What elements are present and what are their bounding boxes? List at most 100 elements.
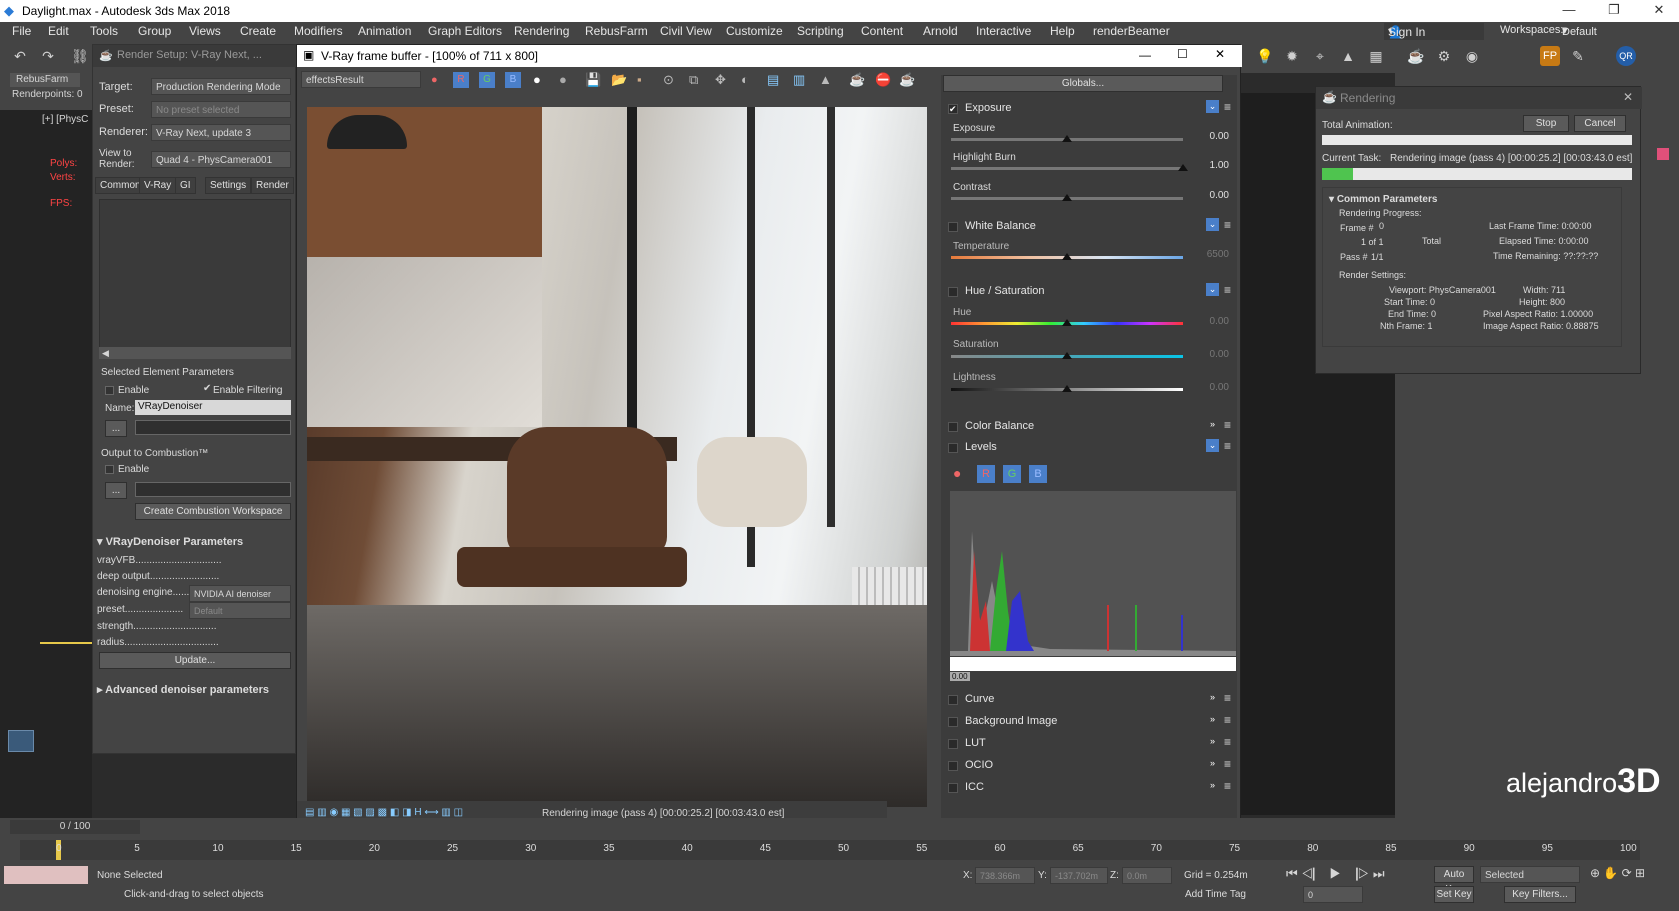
viewport-label[interactable]: [+] [PhysC	[42, 114, 88, 125]
lightness-knob[interactable]	[1062, 385, 1072, 392]
workspace-dropdown[interactable]: Default ▾	[1562, 24, 1672, 38]
menu-file[interactable]: File	[12, 24, 31, 38]
menu-rebusfarm[interactable]: RebusFarm	[585, 24, 648, 38]
scroll-left-icon[interactable]: ◀	[99, 348, 109, 358]
expand-icon[interactable]: »	[1206, 779, 1219, 792]
expand-icon[interactable]: »	[1206, 418, 1219, 431]
tab-render[interactable]: Render	[251, 177, 294, 194]
menu-icon[interactable]: ≡	[1224, 757, 1231, 771]
qr-icon[interactable]: QR	[1616, 46, 1636, 66]
menu-icon[interactable]: ≡	[1224, 283, 1231, 297]
highlight-burn-slider[interactable]	[951, 167, 1183, 170]
denoiser-preset-dropdown[interactable]: Default	[189, 602, 291, 619]
current-frame-field[interactable]: 0	[1303, 886, 1363, 903]
menu-graph-editors[interactable]: Graph Editors	[428, 24, 502, 38]
y-field[interactable]: -137.702m	[1050, 867, 1108, 884]
menu-icon[interactable]: ≡	[1224, 691, 1231, 705]
rebusfarm-tab[interactable]: RebusFarm	[10, 73, 80, 87]
color-balance-checkbox[interactable]	[948, 422, 958, 432]
background-checkbox[interactable]	[948, 717, 958, 727]
exposure-checkbox[interactable]: ✔	[948, 104, 958, 114]
renderer-dropdown[interactable]: V-Ray Next, update 3	[151, 124, 291, 141]
menu-group[interactable]: Group	[138, 24, 171, 38]
hue-knob[interactable]	[1062, 319, 1072, 326]
menu-tools[interactable]: Tools	[90, 24, 118, 38]
menu-icon[interactable]: ≡	[1224, 418, 1231, 432]
menu-views[interactable]: Views	[189, 24, 221, 38]
green-channel-icon[interactable]: G	[479, 72, 495, 88]
curve-checkbox[interactable]	[948, 695, 958, 705]
menu-interactive[interactable]: Interactive	[976, 24, 1031, 38]
signin-dropdown[interactable]: 👤 Sign In ▾	[1384, 23, 1484, 40]
open-icon[interactable]: 📂	[611, 72, 627, 88]
combustion-browse-button[interactable]: ...	[105, 482, 127, 499]
enable-filtering-checkbox[interactable]: ✔	[203, 383, 211, 394]
gear-icon[interactable]: ⚙	[1434, 46, 1454, 66]
minimize-icon[interactable]: —	[1554, 2, 1584, 17]
render-elements-list[interactable]	[99, 199, 291, 359]
levels-section[interactable]: Levels ⌄ ≡	[943, 438, 1233, 458]
key-mode-dropdown[interactable]: Selected	[1480, 866, 1580, 883]
ocio-section[interactable]: OCIO » ≡	[943, 756, 1233, 776]
save-icon[interactable]: 💾	[585, 72, 601, 88]
close-icon[interactable]: ✕	[1644, 2, 1674, 18]
expand-icon[interactable]: »	[1206, 713, 1219, 726]
hue-saturation-checkbox[interactable]	[948, 287, 958, 297]
redo-icon[interactable]: ↷	[38, 46, 58, 66]
expand-icon[interactable]: ⌄	[1206, 439, 1219, 452]
sun-icon[interactable]: ✹	[1282, 46, 1302, 66]
contrast-knob[interactable]	[1062, 194, 1072, 201]
menu-renderbeamer[interactable]: renderBeamer	[1093, 24, 1170, 38]
browse-button[interactable]: ...	[105, 420, 127, 437]
render-last-icon[interactable]: ▲	[819, 72, 832, 87]
rendering-titlebar[interactable]: ☕ Rendering ✕	[1316, 87, 1642, 109]
color-channels-icon[interactable]: ●	[431, 74, 438, 86]
levels-checkbox[interactable]	[948, 443, 958, 453]
temperature-value[interactable]: 6500	[1201, 249, 1229, 260]
tool-icon[interactable]: ✎	[1568, 46, 1588, 66]
time-slider[interactable]: 0 / 100	[10, 820, 140, 834]
target-dropdown[interactable]: Production Rendering Mode	[151, 78, 291, 95]
ocio-checkbox[interactable]	[948, 761, 958, 771]
menu-arnold[interactable]: Arnold	[923, 24, 958, 38]
menu-icon[interactable]: ≡	[1224, 100, 1231, 114]
channel-dropdown[interactable]: effectsResult	[301, 71, 421, 88]
menu-icon[interactable]: ≡	[1224, 779, 1231, 793]
globe-icon[interactable]: ◉	[1462, 46, 1482, 66]
viewcube-icon[interactable]	[8, 730, 34, 752]
saturation-value[interactable]: 0.00	[1201, 349, 1229, 360]
menu-customize[interactable]: Customize	[726, 24, 783, 38]
expand-icon[interactable]: ⌄	[1206, 218, 1219, 231]
combustion-path-field[interactable]	[135, 482, 291, 497]
hue-value[interactable]: 0.00	[1201, 316, 1229, 327]
playback-controls-icon[interactable]: ⏮ ◁▏ ▶ ▕▷ ⏭	[1286, 866, 1385, 882]
lut-checkbox[interactable]	[948, 739, 958, 749]
temperature-knob[interactable]	[1062, 253, 1072, 260]
menu-icon[interactable]: ≡	[1224, 735, 1231, 749]
levels-blue-button[interactable]: B	[1029, 465, 1047, 483]
teapot-icon[interactable]: ☕	[1406, 46, 1426, 66]
key-filters-button[interactable]: Key Filters...	[1504, 886, 1576, 903]
enable-checkbox[interactable]	[105, 386, 114, 395]
expand-icon[interactable]: ⌄	[1206, 100, 1219, 113]
list-scrollbar[interactable]: ◀	[99, 347, 291, 359]
link-icon[interactable]: ⛓	[70, 46, 90, 66]
tab-common[interactable]: Common	[95, 177, 146, 194]
camera-icon[interactable]: ⌖	[1310, 46, 1330, 66]
lens-icon[interactable]: ◐	[741, 72, 749, 87]
light-icon[interactable]: 💡	[1255, 46, 1275, 66]
view-to-render-dropdown[interactable]: Quad 4 - PhysCamera001	[151, 151, 291, 168]
name-field[interactable]: VRayDenoiser	[135, 400, 291, 415]
menu-create[interactable]: Create	[240, 24, 276, 38]
preset-dropdown[interactable]: No preset selected	[151, 101, 291, 118]
add-time-tag[interactable]: Add Time Tag	[1185, 889, 1246, 900]
alpha-icon[interactable]: ●	[533, 72, 541, 87]
stop-render-icon[interactable]: ⛔	[875, 72, 891, 88]
table-icon[interactable]: ▦	[1366, 46, 1386, 66]
menu-scripting[interactable]: Scripting	[797, 24, 844, 38]
levels-green-button[interactable]: G	[1003, 465, 1021, 483]
common-parameters-header[interactable]: ▾ Common Parameters	[1329, 194, 1437, 205]
background-image-section[interactable]: Background Image » ≡	[943, 712, 1233, 732]
compare-icon[interactable]: ▤	[767, 72, 779, 88]
vfb-minimize-icon[interactable]: —	[1139, 48, 1151, 62]
